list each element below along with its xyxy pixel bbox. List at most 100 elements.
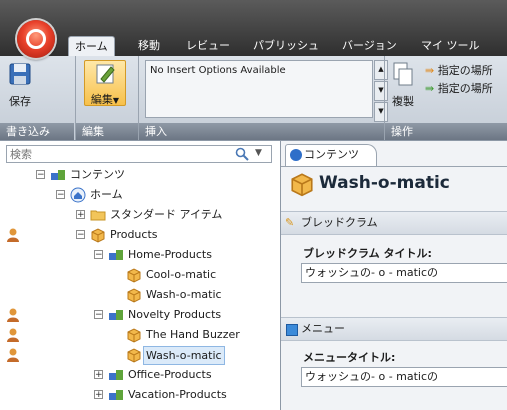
locked-by-user-icon bbox=[7, 328, 19, 342]
menu-icon bbox=[286, 324, 298, 336]
content-tab-icon bbox=[290, 149, 302, 161]
edit-button[interactable]: 編集▼ bbox=[84, 60, 126, 106]
ribbon-group-operations: 複製 ⇛ 指定の場所 ⇛ 指定の場所 操作 bbox=[384, 56, 507, 140]
edit-icon bbox=[96, 64, 115, 84]
content-tab-label: コンテンツ bbox=[304, 148, 359, 161]
tree-item-products[interactable]: − Products bbox=[76, 225, 276, 245]
tree-label: スタンダード アイテム bbox=[110, 208, 223, 221]
tree-item-home[interactable]: − ホーム bbox=[56, 185, 256, 205]
tree-label: Wash-o-matic bbox=[146, 288, 222, 301]
category-icon bbox=[109, 370, 123, 380]
tree-item-content-root[interactable]: − コンテンツ bbox=[36, 165, 236, 185]
insert-options-gallery[interactable]: No Insert Options Available ▲ ▼ ▼ bbox=[145, 60, 388, 122]
expand-icon[interactable]: + bbox=[94, 390, 103, 400]
section-breadcrumb-header[interactable]: ✎ ブレッドクラム bbox=[281, 211, 507, 235]
breadcrumb-title-field[interactable]: ウォッシュの- o - maticの bbox=[301, 263, 507, 283]
tree-item-wash-o-matic-selected[interactable]: Wash-o-matic bbox=[126, 345, 276, 365]
edit-dropdown-icon: ▼ bbox=[112, 96, 120, 105]
tab-navigate[interactable]: 移動 bbox=[132, 36, 166, 56]
product-box-icon bbox=[91, 228, 105, 243]
tab-review[interactable]: レビュー bbox=[180, 36, 236, 56]
menu-title-label: メニュータイトル: bbox=[303, 351, 396, 364]
tree-label: コンテンツ bbox=[70, 168, 125, 181]
move-to-icon: ⇛ bbox=[425, 64, 435, 77]
collapse-icon[interactable]: − bbox=[36, 170, 45, 180]
group-label-write: 書き込み bbox=[0, 123, 74, 140]
tab-divider bbox=[281, 166, 507, 167]
menu-title-field[interactable]: ウォッシュの- o - maticの bbox=[301, 367, 507, 387]
move-to-button-2[interactable]: ⇛ 指定の場所 bbox=[425, 80, 493, 96]
tree-item-cool-o-matic[interactable]: Cool-o-matic bbox=[126, 265, 276, 285]
move-to-button-1[interactable]: ⇛ 指定の場所 bbox=[425, 62, 493, 78]
product-box-icon bbox=[127, 328, 141, 343]
tree-label: The Hand Buzzer bbox=[146, 328, 240, 341]
tree-label: Office-Products bbox=[128, 368, 212, 381]
save-button-label: 保存 bbox=[9, 95, 31, 108]
tree-item-home-products[interactable]: − Home-Products bbox=[94, 245, 284, 265]
collapse-icon[interactable]: − bbox=[56, 190, 65, 200]
collapse-icon[interactable]: − bbox=[76, 230, 85, 240]
application-window: ホーム 移動 レビュー パブリッシュ バージョン マイ ツール 保存 書き込み bbox=[0, 0, 507, 410]
content-tree-pane: ▼ − コンテンツ − ホーム + スタンダード アイテム bbox=[0, 141, 281, 410]
collapse-icon[interactable]: − bbox=[94, 250, 103, 260]
group-label-edit: 編集 bbox=[76, 123, 138, 140]
section-breadcrumb-title: ブレッドクラム bbox=[301, 216, 378, 229]
search-box: ▼ bbox=[6, 145, 272, 163]
ribbon-group-write: 保存 書き込み bbox=[0, 56, 74, 140]
tree-item-hand-buzzer[interactable]: The Hand Buzzer bbox=[126, 325, 276, 345]
search-icon[interactable] bbox=[235, 147, 249, 161]
tree-item-wash-o-matic[interactable]: Wash-o-matic bbox=[126, 285, 276, 305]
insert-options-text: No Insert Options Available bbox=[150, 65, 286, 76]
folder-icon bbox=[90, 210, 106, 221]
group-label-insert: 挿入 bbox=[139, 123, 384, 140]
ribbon-group-insert: No Insert Options Available ▲ ▼ ▼ 挿入 bbox=[138, 56, 388, 140]
tab-home[interactable]: ホーム bbox=[68, 36, 115, 57]
duplicate-button[interactable]: 複製 bbox=[387, 60, 419, 109]
tree-label: Home-Products bbox=[128, 248, 212, 261]
ribbon-group-edit: 編集▼ 編集 bbox=[75, 56, 138, 140]
search-dropdown-icon[interactable]: ▼ bbox=[255, 148, 267, 160]
search-input[interactable] bbox=[10, 147, 220, 161]
category-icon bbox=[109, 390, 123, 400]
duplicate-icon bbox=[393, 62, 413, 86]
home-icon bbox=[70, 187, 86, 203]
tree-item-office-products[interactable]: + Office-Products bbox=[94, 365, 284, 385]
expand-icon[interactable]: + bbox=[94, 370, 103, 380]
breadcrumb-icon: ✎ bbox=[285, 216, 295, 229]
tree-item-novelty-products[interactable]: − Novelty Products bbox=[94, 305, 284, 325]
tab-content[interactable]: コンテンツ bbox=[285, 144, 377, 167]
tree-label: Cool-o-matic bbox=[146, 268, 217, 281]
category-icon bbox=[109, 310, 123, 320]
group-label-operations: 操作 bbox=[385, 123, 507, 140]
tree-label: Wash-o-matic bbox=[143, 346, 225, 365]
item-title: Wash-o-matic bbox=[319, 173, 450, 193]
tab-versions[interactable]: バージョン bbox=[336, 36, 403, 56]
breadcrumb-title-label: ブレッドクラム タイトル: bbox=[303, 247, 432, 260]
expand-icon[interactable]: + bbox=[76, 210, 85, 220]
save-icon bbox=[9, 63, 31, 85]
product-box-icon bbox=[127, 268, 141, 283]
category-icon bbox=[109, 250, 123, 260]
section-menu-title: メニュー bbox=[301, 322, 345, 335]
product-box-icon bbox=[127, 348, 141, 363]
tree-label: Novelty Products bbox=[128, 308, 222, 321]
tree-label: ホーム bbox=[90, 188, 123, 201]
application-menu-button[interactable] bbox=[17, 20, 55, 58]
tree-item-standard-items[interactable]: + スタンダード アイテム bbox=[76, 205, 276, 225]
move-to-label-2: 指定の場所 bbox=[437, 82, 493, 95]
move-to-label-1: 指定の場所 bbox=[437, 64, 493, 77]
section-menu-header[interactable]: メニュー bbox=[281, 317, 507, 341]
collapse-icon[interactable]: − bbox=[94, 310, 103, 320]
ribbon: 保存 書き込み 編集▼ 編集 No Insert Options Availab… bbox=[0, 56, 507, 141]
content-root-icon bbox=[51, 170, 65, 180]
duplicate-label: 複製 bbox=[392, 95, 414, 108]
tab-my-tools[interactable]: マイ ツール bbox=[415, 36, 486, 56]
product-box-icon bbox=[127, 288, 141, 303]
save-button[interactable]: 保存 bbox=[2, 60, 38, 109]
tree-item-vacation-products[interactable]: + Vacation-Products bbox=[94, 385, 284, 405]
locked-by-user-icon bbox=[7, 348, 19, 362]
copy-to-icon: ⇛ bbox=[425, 82, 435, 95]
item-product-icon bbox=[291, 173, 313, 197]
edit-button-label: 編集 bbox=[90, 93, 113, 106]
tab-publish[interactable]: パブリッシュ bbox=[247, 36, 325, 56]
